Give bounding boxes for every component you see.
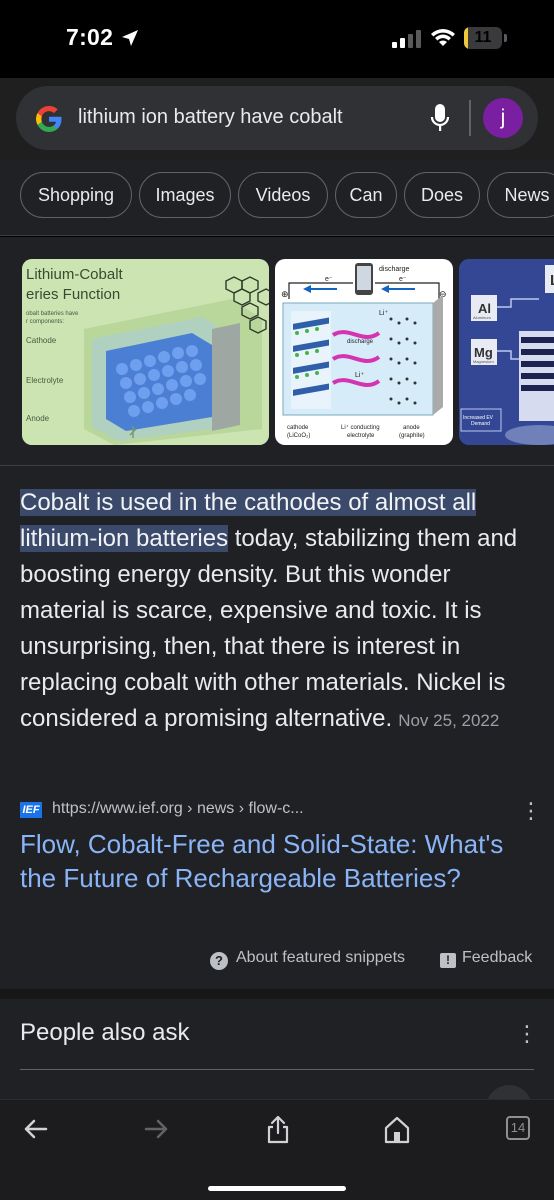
- image-result-discharge-diagram[interactable]: discharge e⁻ e⁻ ⊕ ⊖ discharge Li⁺ Li⁺ ca…: [275, 259, 453, 445]
- svg-text:Aluminum: Aluminum: [473, 315, 491, 320]
- ief-favicon-icon: IEF: [20, 802, 42, 818]
- img1-electrolyte: Electrolyte: [26, 376, 64, 385]
- forward-arrow-icon[interactable]: [140, 1114, 172, 1144]
- filter-chips: Shopping Images Videos Can Does News: [0, 160, 554, 236]
- about-featured-snippets-link[interactable]: ? About featured snippets: [210, 945, 405, 971]
- chip-does[interactable]: Does: [404, 172, 480, 218]
- img1-sub-2: r components:: [26, 319, 64, 325]
- svg-text:anode: anode: [403, 425, 420, 431]
- more-options-icon[interactable]: ⋮: [520, 799, 542, 823]
- ev-demand-infographic: Al Aluminum Mg Magnesium L Increased EV …: [459, 259, 554, 445]
- img1-anode: Anode: [26, 414, 50, 423]
- search-input[interactable]: lithium ion battery have cobalt: [78, 106, 343, 129]
- chip-can[interactable]: Can: [335, 172, 397, 218]
- section-divider: [0, 989, 554, 999]
- share-icon[interactable]: [262, 1114, 294, 1144]
- img1-cathode: Cathode: [26, 336, 57, 345]
- img1-sub-1: obalt batteries have: [26, 311, 79, 317]
- snippet-body: today, stabilizing them and boosting ene…: [20, 525, 518, 732]
- microphone-icon[interactable]: [430, 103, 450, 133]
- result-title-link[interactable]: Flow, Cobalt-Free and Solid-State: What'…: [20, 827, 520, 895]
- snippet-date: Nov 25, 2022: [398, 711, 500, 730]
- snippet-footer: ? About featured snippets ! Feedback: [0, 945, 554, 971]
- paa-divider: [20, 1069, 534, 1070]
- avatar[interactable]: j: [483, 98, 523, 138]
- tabs-button[interactable]: 14: [506, 1116, 530, 1140]
- svg-text:Mg: Mg: [474, 345, 493, 360]
- chip-news[interactable]: News: [487, 172, 554, 218]
- svg-text:Al: Al: [478, 301, 491, 316]
- help-icon: ?: [210, 952, 228, 970]
- back-arrow-icon[interactable]: [20, 1114, 52, 1144]
- location-arrow-icon: [122, 30, 138, 46]
- battery-level: 11: [474, 29, 492, 46]
- search-header: lithium ion battery have cobalt j: [0, 78, 554, 160]
- home-indicator: [208, 1186, 346, 1191]
- svg-text:Li⁺ conducting: Li⁺ conducting: [341, 424, 380, 431]
- featured-snippet: Cobalt is used in the cathodes of almost…: [20, 485, 540, 739]
- svg-text:cathode: cathode: [287, 425, 309, 431]
- img1-title-2: eries Function: [26, 286, 120, 303]
- image-result-lithium-cobalt[interactable]: Lithium-Cobalt eries Function obalt batt…: [22, 259, 269, 445]
- image-result-ev-demand[interactable]: Al Aluminum Mg Magnesium L Increased EV …: [459, 259, 554, 445]
- svg-text:discharge: discharge: [347, 339, 374, 345]
- chip-videos[interactable]: Videos: [238, 172, 328, 218]
- svg-text:e⁻: e⁻: [399, 276, 407, 283]
- search-box[interactable]: lithium ion battery have cobalt j: [16, 86, 538, 150]
- img1-title-1: Lithium-Cobalt: [26, 266, 124, 283]
- chip-shopping[interactable]: Shopping: [20, 172, 132, 218]
- image-strip: Lithium-Cobalt eries Function obalt batt…: [0, 259, 554, 445]
- browser-toolbar: 14: [0, 1099, 554, 1200]
- google-logo-icon: [36, 106, 62, 132]
- search-divider: [469, 100, 471, 136]
- svg-text:Li⁺: Li⁺: [379, 310, 388, 317]
- source-url[interactable]: https://www.ief.org › news › flow-c...: [52, 800, 304, 818]
- svg-text:Magnesium: Magnesium: [473, 359, 494, 364]
- wifi-icon: [431, 29, 455, 46]
- svg-text:⊕: ⊕: [281, 290, 289, 300]
- status-bar: 7:02 11: [0, 0, 554, 78]
- svg-text:L: L: [550, 272, 554, 289]
- svg-text:Demand: Demand: [471, 421, 490, 427]
- svg-text:Li⁺: Li⁺: [355, 372, 364, 379]
- status-time: 7:02: [66, 24, 114, 50]
- results-main: Lithium-Cobalt eries Function obalt batt…: [0, 237, 554, 1099]
- cellular-signal-icon: [392, 30, 421, 48]
- scroll-top-button[interactable]: [486, 1085, 532, 1099]
- lithium-cobalt-diagram: Lithium-Cobalt eries Function obalt batt…: [22, 259, 269, 445]
- chip-images[interactable]: Images: [139, 172, 231, 218]
- svg-text:e⁻: e⁻: [325, 276, 333, 283]
- feedback-link[interactable]: ! Feedback: [440, 945, 532, 971]
- home-icon[interactable]: [381, 1114, 413, 1144]
- svg-text:(LiCoO₂): (LiCoO₂): [287, 433, 310, 439]
- discharge-diagram: discharge e⁻ e⁻ ⊕ ⊖ discharge Li⁺ Li⁺ ca…: [275, 259, 453, 445]
- people-also-ask-title: People also ask: [20, 1019, 190, 1046]
- svg-text:electrolyte: electrolyte: [347, 433, 375, 439]
- svg-text:discharge: discharge: [379, 266, 409, 273]
- source-row[interactable]: IEF https://www.ief.org › news › flow-c.…: [20, 799, 540, 823]
- divider: [0, 465, 554, 466]
- svg-text:(graphite): (graphite): [399, 433, 425, 439]
- feedback-icon: !: [440, 953, 456, 968]
- battery-icon: 11: [464, 27, 508, 49]
- paa-more-options-icon[interactable]: ⋮: [516, 1021, 538, 1047]
